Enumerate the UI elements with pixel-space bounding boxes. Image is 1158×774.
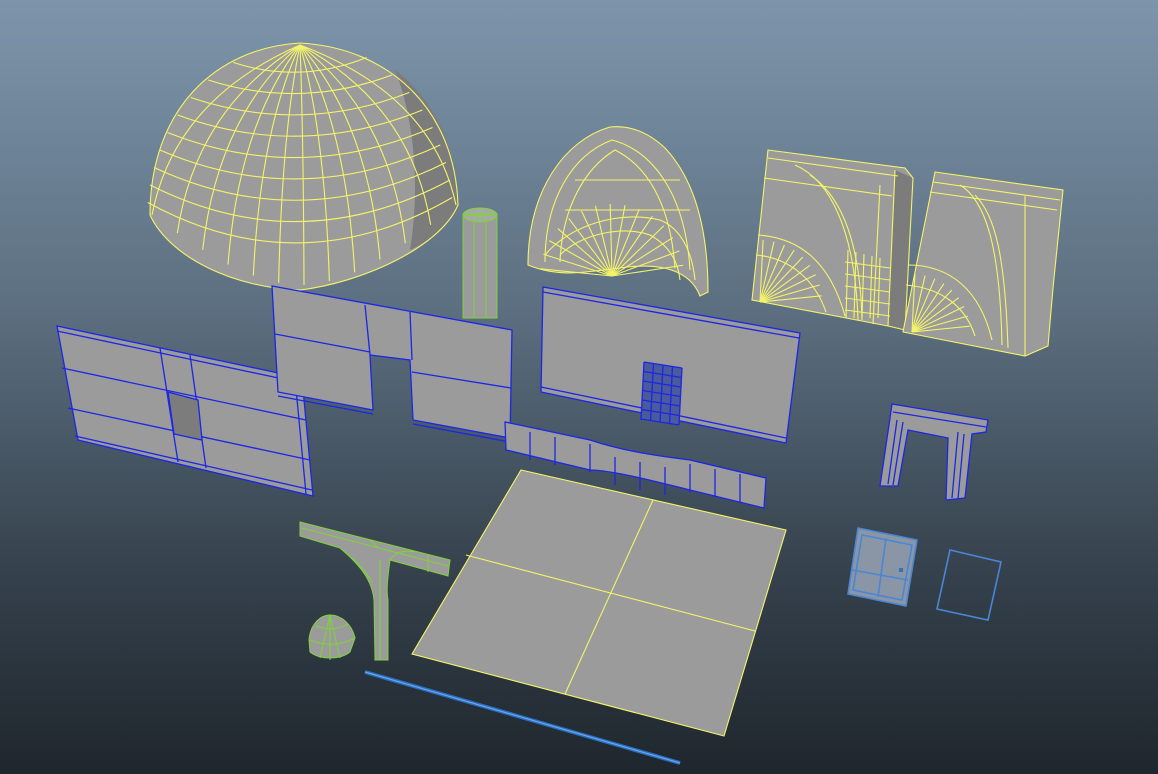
lamp-shade-mesh[interactable] [308,614,356,660]
arch-block-1-mesh[interactable] [751,149,914,331]
column-mesh[interactable] [462,207,498,319]
arch-vault-mesh[interactable] [527,126,709,297]
window-frame-mesh[interactable] [936,549,1002,621]
viewport-3d[interactable] [0,0,1158,774]
scene-canvas[interactable] [0,0,1158,774]
wall-window-mesh[interactable] [56,325,314,497]
floor-plane-mesh[interactable] [411,469,787,737]
dome-mesh[interactable] [147,42,459,291]
wall-grate-mesh[interactable] [540,286,801,444]
arch-block-2-mesh[interactable] [902,171,1064,357]
window-pane-mesh[interactable] [847,527,918,607]
door-frame-mesh[interactable] [879,403,989,501]
